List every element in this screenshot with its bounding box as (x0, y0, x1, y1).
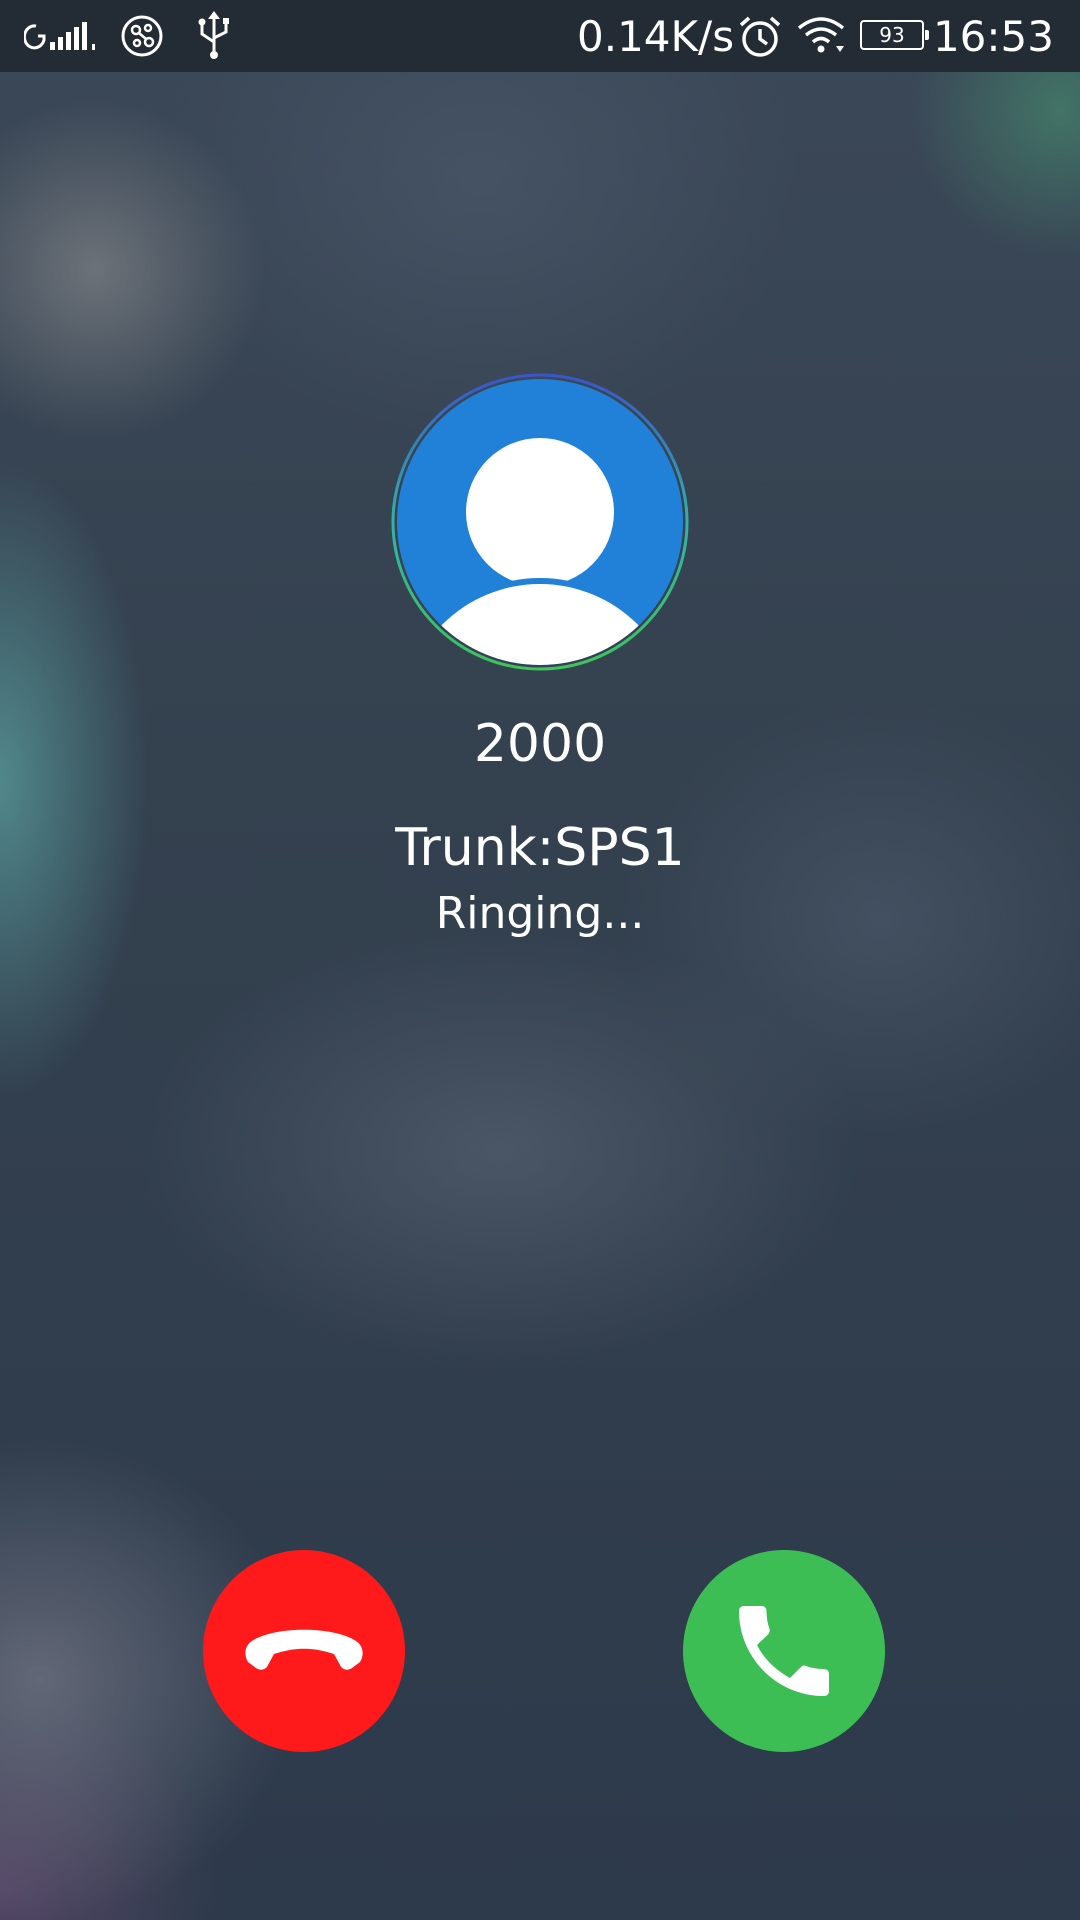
caller-number: 2000 (473, 714, 607, 774)
incoming-call-screen: 0.14K/s 93 16:53 2000 Trunk:SPS1 Ringing… (0, 0, 1080, 1920)
decline-call-button[interactable] (203, 1550, 405, 1752)
battery-level: 93 (879, 23, 905, 47)
caller-avatar (391, 373, 689, 671)
share-icon (121, 15, 163, 57)
answer-call-icon (739, 1606, 829, 1696)
call-status: Ringing... (435, 888, 645, 939)
wifi-icon (797, 17, 845, 53)
network-speed: 0.14K/s (577, 12, 735, 61)
clock: 16:53 (932, 12, 1054, 61)
blurred-wallpaper (0, 0, 1080, 1920)
answer-call-button[interactable] (683, 1550, 885, 1752)
decline-call-icon (245, 1629, 363, 1670)
signal-icon (24, 22, 95, 50)
battery-icon: 93 (860, 20, 929, 50)
caller-trunk: Trunk:SPS1 (395, 818, 685, 878)
alarm-icon (739, 16, 781, 57)
usb-icon (198, 11, 229, 59)
status-bar: 0.14K/s 93 16:53 (0, 0, 1080, 72)
